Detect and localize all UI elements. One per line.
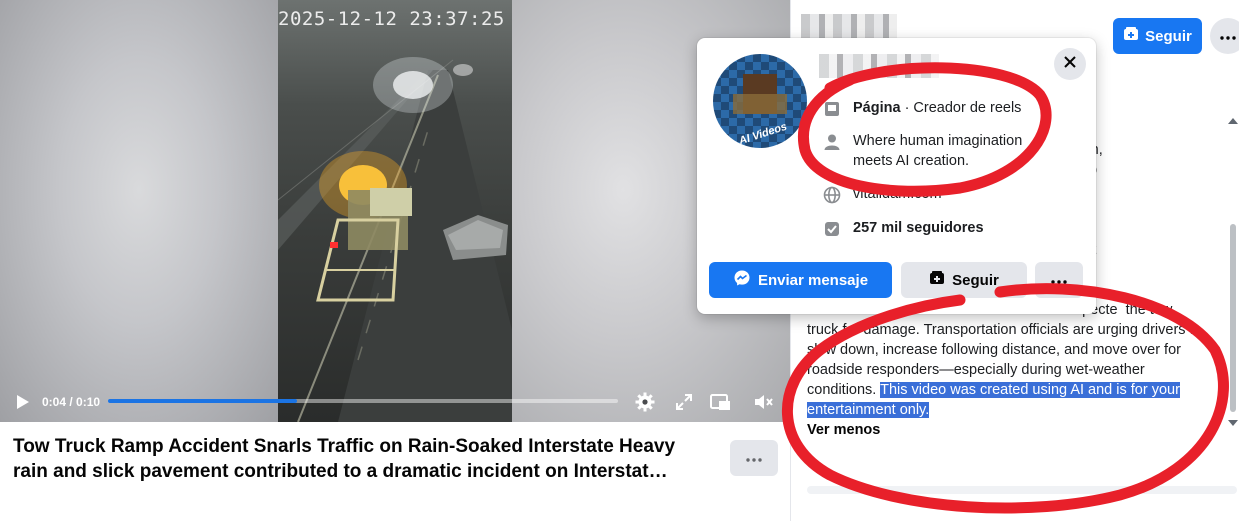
video-frame [278, 0, 512, 422]
description-line: slow down, increase following distance, … [807, 342, 1181, 358]
video-controls: 0:04 / 0:10 [0, 382, 790, 422]
follow-button[interactable]: Seguir [1113, 18, 1202, 54]
expand-icon[interactable] [673, 391, 695, 413]
check-box-icon [821, 218, 843, 240]
avatar[interactable]: AI Videos [713, 54, 807, 148]
video-player[interactable]: 2025-12-12 23:37:25 0:04 / 0:10 [0, 0, 790, 422]
card-row-page-type: Página · Creador de reels [821, 98, 1021, 120]
page-type-rest: · Creador de reels [900, 100, 1022, 116]
description-line: truck for damage. Transportation officia… [807, 322, 1202, 338]
send-message-button[interactable]: Enviar mensaje [709, 262, 892, 298]
follow-icon [1123, 26, 1139, 46]
followers-count: 257 mil seguidores [853, 220, 984, 236]
close-button[interactable] [1054, 48, 1086, 80]
video-timestamp-overlay: 2025-12-12 23:37:25 [278, 8, 505, 30]
video-title: Tow Truck Ramp Accident Snarls Traffic o… [13, 434, 713, 484]
description-conditions: conditions. [807, 382, 877, 398]
close-icon [1063, 55, 1077, 74]
follow-button-label: Seguir [1145, 27, 1192, 45]
picture-in-picture-icon[interactable] [709, 391, 731, 413]
card-row-followers: 257 mil seguidores [821, 218, 984, 240]
description-scrollbar[interactable] [1227, 118, 1239, 434]
messenger-icon [733, 269, 751, 291]
avatar-label: AI Videos [737, 120, 789, 148]
panel-divider [807, 486, 1237, 494]
title-more-button[interactable] [730, 440, 778, 476]
video-time: 0:04 / 0:10 [42, 395, 101, 409]
gear-icon[interactable] [634, 391, 656, 413]
ai-disclosure-highlight-2: entertainment only. [807, 402, 930, 418]
video-title-line-1: Tow Truck Ramp Accident Snarls Traffic o… [13, 436, 676, 457]
card-row-bio: Where human imagination meets AI creatio… [821, 131, 1022, 171]
person-icon [821, 131, 843, 153]
speaker-muted-icon[interactable] [752, 391, 774, 413]
video-title-line-2: rain and slick pavement contributed to a… [13, 461, 668, 482]
website-link[interactable]: vitalidam.com [853, 184, 942, 204]
scroll-thumb[interactable] [1230, 224, 1236, 412]
description-line-ai-disclosure: conditions. This video was created using… [807, 380, 1223, 400]
side-more-button[interactable] [1210, 18, 1239, 54]
see-less-link[interactable]: Ver menos [807, 420, 1223, 440]
send-message-label: Enviar mensaje [757, 271, 869, 289]
ellipsis-icon [1051, 271, 1067, 289]
flag-icon [821, 98, 843, 120]
page-name-blurred[interactable] [819, 54, 939, 78]
video-progress-fill [108, 399, 297, 403]
ellipsis-icon [746, 449, 762, 467]
card-follow-label: Seguir [952, 271, 999, 289]
video-blur-left [0, 0, 278, 422]
description-line-ai-disclosure-2: entertainment only. [807, 400, 1223, 420]
card-row-website: vitalidam.com [821, 184, 942, 206]
scroll-down-icon[interactable] [1228, 420, 1238, 426]
page-type-text: Página · Creador de reels [853, 98, 1021, 118]
card-more-button[interactable] [1035, 262, 1083, 298]
page-hover-card: AI Videos Página · Creador de reels Wher… [697, 38, 1096, 314]
ai-disclosure-highlight-1: This video was created using AI and is f… [880, 382, 1180, 398]
globe-icon [821, 184, 843, 206]
bio-line-2: meets AI creation. [853, 153, 970, 169]
card-follow-button[interactable]: Seguir [901, 262, 1027, 298]
follow-icon [929, 270, 945, 290]
description-line: roadside responders—especially during we… [807, 362, 1145, 378]
scroll-up-icon[interactable] [1228, 118, 1238, 124]
avatar-pixel-block [733, 94, 787, 114]
page-type-bold: Página [853, 100, 901, 116]
play-icon[interactable] [12, 392, 32, 412]
bio-line-1: Where human imagination [853, 133, 1023, 149]
video-progress-bar[interactable] [108, 399, 618, 403]
ellipsis-icon [1220, 27, 1236, 45]
bio-text: Where human imagination meets AI creatio… [853, 131, 1022, 171]
